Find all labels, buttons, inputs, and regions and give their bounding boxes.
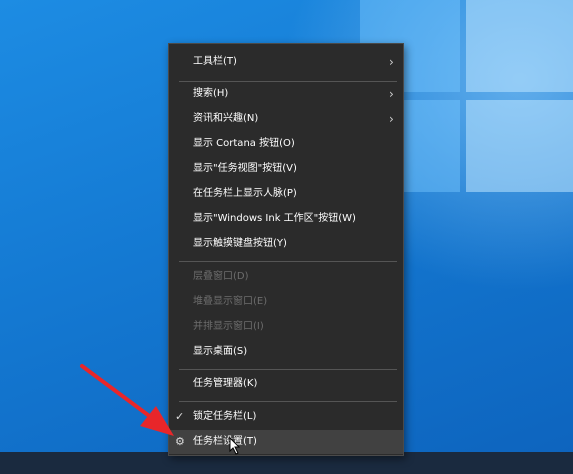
- menu-item-stack-windows: 堆叠显示窗口(E): [169, 290, 403, 314]
- gear-icon: ⚙: [175, 435, 185, 448]
- menu-item-show-desktop[interactable]: 显示桌面(S): [169, 340, 403, 364]
- menu-separator: [179, 369, 397, 370]
- menu-item-label: 堆叠显示窗口(E): [193, 296, 268, 307]
- chevron-right-icon: ›: [389, 112, 394, 126]
- menu-item-cascade-windows: 层叠窗口(D): [169, 265, 403, 289]
- menu-separator: [179, 401, 397, 402]
- menu-item-taskbar-settings[interactable]: ⚙ 任务栏设置(T): [169, 430, 403, 454]
- windows-logo-pane: [466, 100, 573, 192]
- menu-item-label: 在任务栏上显示人脉(P): [193, 188, 297, 199]
- chevron-right-icon: ›: [389, 87, 394, 101]
- menu-item-label: 显示"Windows Ink 工作区"按钮(W): [193, 213, 356, 224]
- menu-item-label: 层叠窗口(D): [193, 271, 249, 282]
- chevron-right-icon: ›: [389, 55, 394, 69]
- menu-item-side-by-side-windows: 并排显示窗口(I): [169, 315, 403, 339]
- taskbar-context-menu: 工具栏(T) › 搜索(H) › 资讯和兴趣(N) › 显示 Cortana 按…: [168, 43, 404, 456]
- menu-item-label: 搜索(H): [193, 88, 229, 99]
- menu-item-show-task-view[interactable]: 显示"任务视图"按钮(V): [169, 157, 403, 181]
- menu-item-label: 显示"任务视图"按钮(V): [193, 163, 297, 174]
- mouse-cursor-icon: [229, 437, 241, 455]
- menu-item-label: 任务栏设置(T): [193, 436, 257, 447]
- menu-item-lock-taskbar[interactable]: ✓ 锁定任务栏(L): [169, 405, 403, 429]
- menu-item-label: 并排显示窗口(I): [193, 321, 264, 332]
- menu-item-search[interactable]: 搜索(H) ›: [169, 82, 403, 106]
- menu-item-show-touch-keyboard[interactable]: 显示触摸键盘按钮(Y): [169, 232, 403, 256]
- menu-item-show-cortana[interactable]: 显示 Cortana 按钮(O): [169, 132, 403, 156]
- menu-item-toolbars[interactable]: 工具栏(T) ›: [169, 50, 403, 74]
- menu-item-news-interests[interactable]: 资讯和兴趣(N) ›: [169, 107, 403, 131]
- menu-item-label: 锁定任务栏(L): [193, 411, 257, 422]
- menu-item-label: 工具栏(T): [193, 56, 237, 67]
- menu-item-label: 显示触摸键盘按钮(Y): [193, 238, 287, 249]
- menu-item-label: 显示 Cortana 按钮(O): [193, 138, 295, 149]
- menu-item-task-manager[interactable]: 任务管理器(K): [169, 372, 403, 396]
- menu-item-label: 任务管理器(K): [193, 378, 258, 389]
- menu-separator: [179, 261, 397, 262]
- menu-item-label: 资讯和兴趣(N): [193, 113, 259, 124]
- checkmark-icon: ✓: [175, 410, 185, 423]
- menu-item-label: 显示桌面(S): [193, 346, 248, 357]
- menu-item-show-windows-ink[interactable]: 显示"Windows Ink 工作区"按钮(W): [169, 207, 403, 231]
- windows-logo-pane: [466, 0, 573, 92]
- menu-item-show-people[interactable]: 在任务栏上显示人脉(P): [169, 182, 403, 206]
